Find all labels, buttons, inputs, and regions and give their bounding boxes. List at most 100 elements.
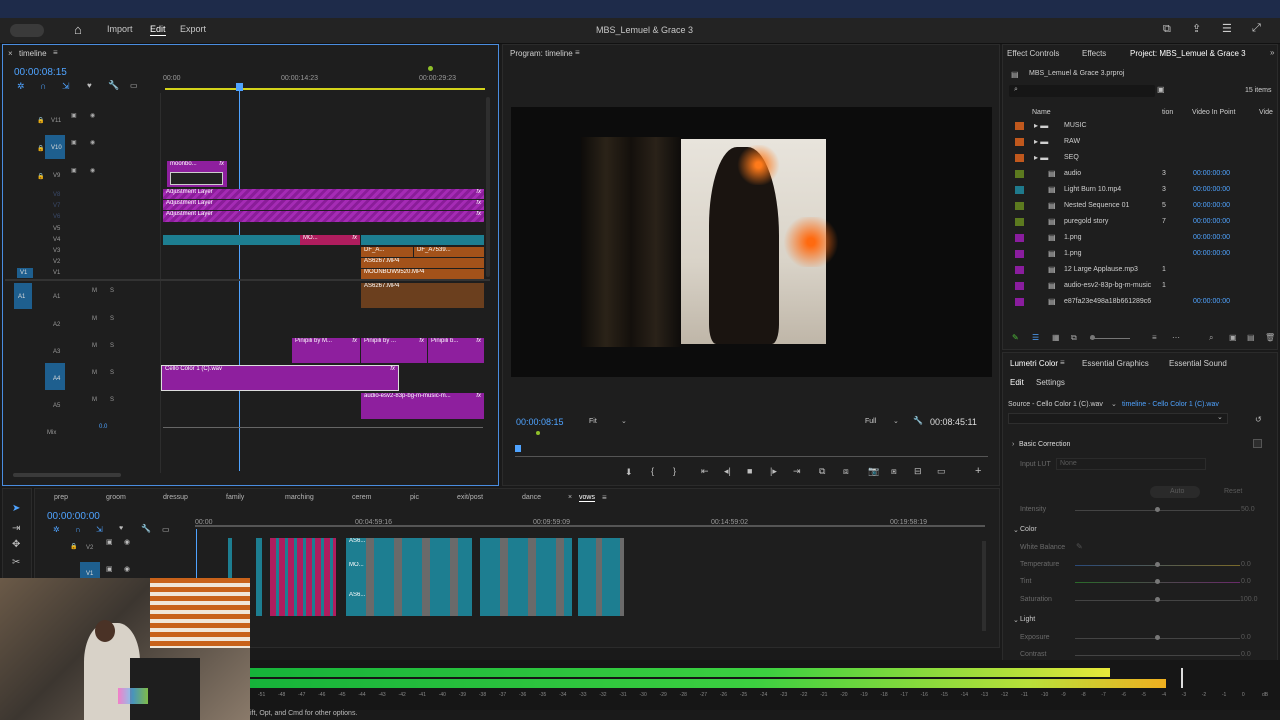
sequence-tab[interactable]: exit/post [457,494,483,501]
eyedropper-icon[interactable]: ✎ [1076,542,1083,551]
clip-adjustment-layer-3[interactable]: Adjustment Layer fx [163,211,484,222]
label-color-swatch[interactable] [1015,138,1024,146]
trash-icon[interactable]: 🗑 [1265,333,1275,342]
contrast-slider[interactable] [1075,655,1240,656]
project-item[interactable]: ▤ audio 3 00:00:00:00 [1012,166,1270,182]
section-arrow-icon[interactable]: › [1012,441,1014,448]
tab-essential-graphics[interactable]: Essential Graphics [1082,359,1149,368]
snap-icon[interactable]: ✲ [17,81,25,92]
nav-edit[interactable]: Edit [150,24,166,36]
zoom-slider-knob[interactable] [1090,335,1095,340]
lock-icon[interactable]: 🔒 [37,144,44,155]
mute-a3[interactable]: M [92,343,97,349]
project-item[interactable]: ▤ 1.png 00:00:00:00 [1012,230,1270,246]
zoom-slider[interactable] [1090,338,1130,339]
lower-clip-group-2[interactable] [256,538,262,616]
section-arrow-icon[interactable]: ⌄ [1013,616,1019,624]
lumetri-source[interactable]: Source - Cello Color 1 (C).wav [1008,401,1103,408]
column-video[interactable]: Vide [1259,109,1273,116]
menu-icon[interactable]: ☰ [1222,22,1232,35]
new-item-icon[interactable]: ▤ [1247,333,1255,342]
sync-icon[interactable]: ▣ [71,166,77,177]
insert-icon[interactable]: ⇲ [96,525,103,534]
reset-effect-icon[interactable]: ↺ [1255,415,1262,424]
item-video-in-point[interactable]: 00:00:00:00 [1193,202,1230,209]
vertical-scrollbar[interactable] [486,97,490,277]
track-a2[interactable]: A2 [53,322,60,328]
clip-pinipili-3[interactable]: Pinipili b... fx [428,338,484,363]
sequence-tab[interactable]: vows [579,494,595,502]
light-heading[interactable]: Light [1020,616,1035,623]
captions-icon[interactable]: ▭ [130,81,138,90]
resolution-select[interactable]: Full [865,418,876,425]
clip-df-a7539[interactable]: DF_A7539... [414,247,484,257]
sequence-tab[interactable]: groom [106,494,126,501]
track-a4[interactable]: A4 [53,376,60,382]
saturation-knob[interactable] [1155,597,1160,602]
item-video-in-point[interactable]: 00:00:00:00 [1193,186,1230,193]
exposure-knob[interactable] [1155,635,1160,640]
label-color-swatch[interactable] [1015,122,1024,130]
project-search-input[interactable] [1009,85,1155,97]
basic-correction-checkbox[interactable] [1253,439,1262,448]
lumetri-target[interactable]: timeline - Cello Color 1 (C).wav [1122,401,1219,408]
step-back-icon[interactable]: ◂| [724,466,731,477]
label-color-swatch[interactable] [1015,218,1024,226]
timeline-timecode[interactable]: 00:00:08:15 [14,67,67,78]
intensity-value[interactable]: 50.0 [1241,506,1255,513]
clip-adjustment-layer-1[interactable]: Adjustment Layer fx [163,189,484,199]
track-a1[interactable]: A1 [53,294,60,300]
clip-as6267-v2[interactable]: AS6267.MP4 [361,258,484,268]
nav-import[interactable]: Import [107,24,133,34]
program-timecode[interactable]: 00:00:08:15 [516,417,564,427]
section-arrow-icon[interactable]: ⌄ [1013,526,1019,534]
lift-icon[interactable]: ⧉ [819,466,825,477]
color-heading[interactable]: Color [1020,526,1037,533]
mute-a5[interactable]: M [92,397,97,403]
add-button-icon[interactable]: + [975,465,981,477]
lower-clip-main-1[interactable] [346,538,472,616]
clip-moonbow[interactable]: MOONBOW9520.MP4 [361,269,484,279]
sequence-tab[interactable]: prep [54,494,68,501]
workspace-toggle[interactable] [10,24,44,37]
clip-v4-strip-right[interactable] [361,235,484,245]
eye-icon[interactable]: ◉ [90,166,95,177]
label-color-swatch[interactable] [1015,186,1024,194]
subtab-edit[interactable]: Edit [1010,378,1024,387]
label-color-swatch[interactable] [1015,298,1024,306]
label-color-swatch[interactable] [1015,154,1024,162]
go-to-out-icon[interactable]: ⇥ [793,466,801,477]
track-a5[interactable]: A5 [53,403,60,409]
sequence-tab[interactable]: dance [522,494,541,501]
exposure-value[interactable]: 0.0 [1241,634,1251,641]
tab-effects[interactable]: Effects [1082,49,1106,58]
lower-track-v2[interactable]: V2 [86,545,93,551]
tab-project[interactable]: Project: MBS_Lemuel & Grace 3 [1130,49,1246,58]
linked-icon[interactable]: ∩ [40,81,46,91]
resolution-chevron-icon[interactable]: ⌄ [893,417,899,425]
lower-track-v1[interactable]: V1 [86,571,93,577]
comparison-icon[interactable]: ⧆ [891,466,897,477]
lower-timecode[interactable]: 00:00:00:00 [47,511,100,522]
project-item[interactable]: ▤ 12 Large Applause.mp3 1 [1012,262,1270,278]
item-video-in-point[interactable]: 00:00:00:00 [1193,170,1230,177]
lower-scroll[interactable] [982,541,986,631]
sync-icon[interactable]: ▣ [106,565,113,573]
label-color-swatch[interactable] [1015,170,1024,178]
timeline-ruler[interactable]: 00:00 00:00:14:23 00:00:29:23 [161,66,489,91]
sync-icon[interactable]: ▣ [106,538,113,546]
track-a3[interactable]: A3 [53,349,60,355]
sequence-tab[interactable]: pic [410,494,419,501]
clip-df-a[interactable]: DF_A... [361,247,413,257]
trim-icon[interactable]: ⊟ [914,466,922,477]
chevron-down-icon[interactable]: ⌄ [1111,400,1117,408]
mute-a4[interactable]: M [92,370,97,376]
project-item[interactable]: ▤ 1.png 00:00:00:00 [1012,246,1270,262]
close-vows-icon[interactable]: × [568,494,572,501]
mark-out-icon[interactable]: } [673,466,676,476]
solo-a3[interactable]: S [110,343,114,349]
tab-effect-controls[interactable]: Effect Controls [1007,49,1059,58]
pencil-icon[interactable]: ✎ [1012,333,1019,342]
solo-a5[interactable]: S [110,397,114,403]
project-item[interactable]: ▤ Light Burn 10.mp4 3 00:00:00:00 [1012,182,1270,198]
